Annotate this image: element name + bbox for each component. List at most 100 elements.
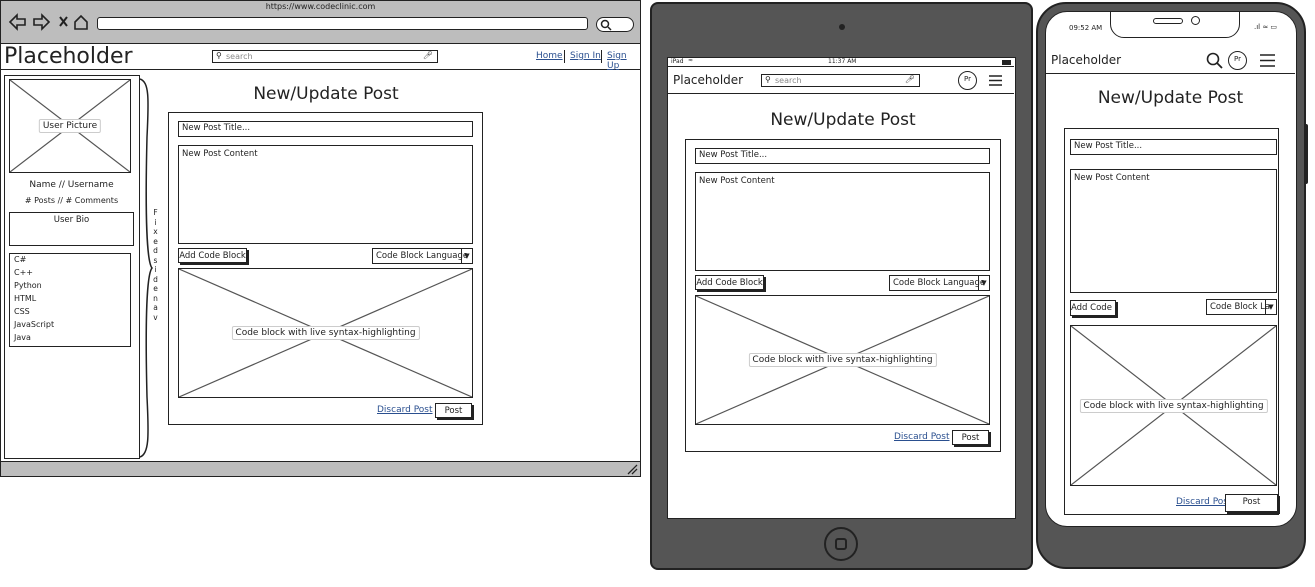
phone-post-content-textarea[interactable]: New Post Content [1070, 169, 1277, 293]
code-block-preview: Code block with live syntax-highlighting [178, 268, 473, 398]
horizontal-scrollbar[interactable] [1, 461, 640, 476]
browser-nav-icons [8, 13, 88, 31]
search-input[interactable]: ⚲ search 🎤︎ [212, 50, 438, 63]
code-block-preview-label: Code block with live syntax-highlighting [1079, 398, 1268, 413]
tablet-site-logo[interactable]: Placeholder [673, 73, 743, 87]
user-name: Name // Username [29, 180, 114, 190]
phone-code-block-preview: Code block with live syntax-highlighting [1070, 325, 1277, 486]
tablet-header: Placeholder ⚲ search 🎤︎ Pr [668, 68, 1014, 94]
fixed-sidenav-letter: e [153, 236, 158, 246]
search-icon: ⚲ [765, 75, 771, 84]
fixed-sidenav-letter: a [153, 303, 158, 312]
language-item[interactable]: Python [14, 281, 126, 294]
nav-divider [601, 50, 602, 63]
phone-notch [1110, 12, 1240, 38]
fixed-sidenav-letter: i [154, 265, 157, 274]
nav-link-home[interactable]: Home [536, 51, 563, 61]
resize-grip-icon[interactable] [627, 464, 638, 475]
forward-arrow-icon[interactable] [33, 13, 51, 31]
hamburger-menu-icon[interactable] [1259, 53, 1276, 68]
phone-discard-post-link[interactable]: Discard Post [1176, 497, 1232, 507]
browser-toolbar: https://www.codeclinic.com [1, 1, 640, 44]
fixed-sidenav-letter: n [153, 293, 158, 303]
tablet-post-content-textarea[interactable]: New Post Content [695, 172, 990, 271]
language-item[interactable]: C# [14, 255, 126, 268]
signal-wifi-battery-icons: .ıl ≈ ▭ [1254, 23, 1278, 31]
chevron-down-icon: ▼ [461, 249, 472, 263]
back-arrow-icon[interactable] [8, 13, 26, 31]
language-item[interactable]: C++ [14, 268, 126, 281]
hamburger-menu-icon[interactable] [988, 74, 1003, 87]
add-code-block-button[interactable]: Add Code Block [178, 248, 247, 263]
tablet-discard-post-link[interactable]: Discard Post [894, 432, 950, 442]
language-item[interactable]: CSS [14, 307, 126, 320]
microphone-icon[interactable]: 🎤︎ [423, 51, 433, 60]
phone-page-heading: New/Update Post [1097, 88, 1244, 108]
tablet-code-block-preview: Code block with live syntax-highlighting [695, 295, 990, 425]
chevron-down-icon: ▼ [978, 276, 989, 290]
site-header: Placeholder ⚲ search 🎤︎ Home Sign In Sig… [1, 44, 640, 71]
tablet-search-placeholder: search [775, 76, 802, 85]
tablet-camera [839, 24, 845, 30]
code-block-preview-label: Code block with live syntax-highlighting [748, 353, 937, 367]
tablet-post-button[interactable]: Post [952, 430, 989, 445]
sidebar: User Picture Name // Username # Posts //… [4, 75, 140, 459]
phone-avatar[interactable]: Pr [1228, 51, 1247, 70]
search-placeholder: search [226, 52, 253, 61]
phone-post-title-input[interactable]: New Post Title... [1070, 139, 1277, 155]
tablet-avatar[interactable]: Pr [958, 71, 977, 90]
wifi-icon: ≈ [688, 57, 694, 64]
phone-post-button[interactable]: Post [1225, 494, 1278, 512]
url-text: https://www.codeclinic.com [265, 2, 376, 11]
phone-side-button [1304, 124, 1308, 184]
phone-post-form: New Post Title... New Post Content Add C… [1064, 128, 1279, 515]
language-item[interactable]: HTML [14, 294, 126, 307]
fixed-sidenav-letter: e [153, 284, 158, 293]
tablet-add-code-block-button[interactable]: Add Code Block [695, 275, 764, 290]
tablet-search-input[interactable]: ⚲ search 🎤︎ [761, 74, 920, 87]
language-item[interactable]: JavaScript [14, 320, 126, 333]
nav-link-sign-in[interactable]: Sign In [570, 51, 601, 61]
post-button[interactable]: Post [435, 403, 472, 418]
phone-device-frame: 09:52 AM .ıl ≈ ▭ Placeholder Pr New/Upda… [1036, 2, 1308, 569]
tablet-code-block-language-select[interactable]: Code Block Language ▼ [889, 275, 990, 291]
fixed-sidenav-letter: d [153, 274, 158, 284]
tablet-screen: iPad ≈ 11:37 AM Placeholder ⚲ search 🎤︎ … [667, 57, 1016, 519]
language-list: C# C++ Python HTML CSS JavaScript Java [9, 253, 131, 347]
site-logo[interactable]: Placeholder [4, 44, 133, 69]
phone-screen: 09:52 AM .ıl ≈ ▭ Placeholder Pr New/Upda… [1045, 11, 1297, 527]
home-icon[interactable] [74, 14, 88, 30]
chevron-down-icon: ▼ [1265, 300, 1276, 314]
phone-add-code-block-button[interactable]: Add Code Bl [1070, 300, 1116, 316]
page-heading: New/Update Post [253, 84, 399, 104]
code-block-preview-label: Code block with live syntax-highlighting [231, 326, 420, 340]
close-icon[interactable] [59, 16, 68, 27]
search-icon[interactable] [1206, 52, 1223, 69]
fixed-sidenav-letter: x [153, 227, 158, 236]
tablet-home-button[interactable] [824, 527, 858, 561]
language-item[interactable]: Java [14, 333, 126, 346]
user-stats: # Posts // # Comments [24, 196, 119, 205]
phone-site-logo[interactable]: Placeholder [1051, 53, 1121, 67]
phone-code-block-language-select[interactable]: Code Block La ▼ [1206, 299, 1277, 315]
discard-post-link[interactable]: Discard Post [377, 405, 433, 415]
nav-divider [564, 50, 565, 63]
magnifier-icon [600, 19, 612, 31]
tablet-post-title-input[interactable]: New Post Title... [695, 148, 990, 164]
fixed-sidenav-letter: d [153, 246, 158, 255]
post-title-input[interactable]: New Post Title... [178, 121, 473, 137]
tablet-page-heading: New/Update Post [770, 110, 916, 130]
browser-search-button[interactable] [596, 17, 634, 32]
fixed-sidenav-letter: i [154, 217, 157, 227]
user-bio-label: User Bio [53, 215, 90, 225]
post-content-textarea[interactable]: New Post Content [178, 145, 473, 244]
user-picture-label: User Picture [38, 119, 102, 133]
code-block-language-select[interactable]: Code Block Language ▼ [372, 248, 473, 264]
user-picture: User Picture [9, 79, 131, 173]
nav-link-sign-up[interactable]: Sign Up [607, 51, 640, 71]
tablet-device-frame: iPad ≈ 11:37 AM Placeholder ⚲ search 🎤︎ … [650, 2, 1033, 570]
tablet-post-form: New Post Title... New Post Content Add C… [685, 139, 1001, 452]
microphone-icon[interactable]: 🎤︎ [905, 75, 915, 84]
fixed-sidenav-letter: s [153, 255, 158, 265]
address-bar[interactable] [97, 17, 588, 30]
